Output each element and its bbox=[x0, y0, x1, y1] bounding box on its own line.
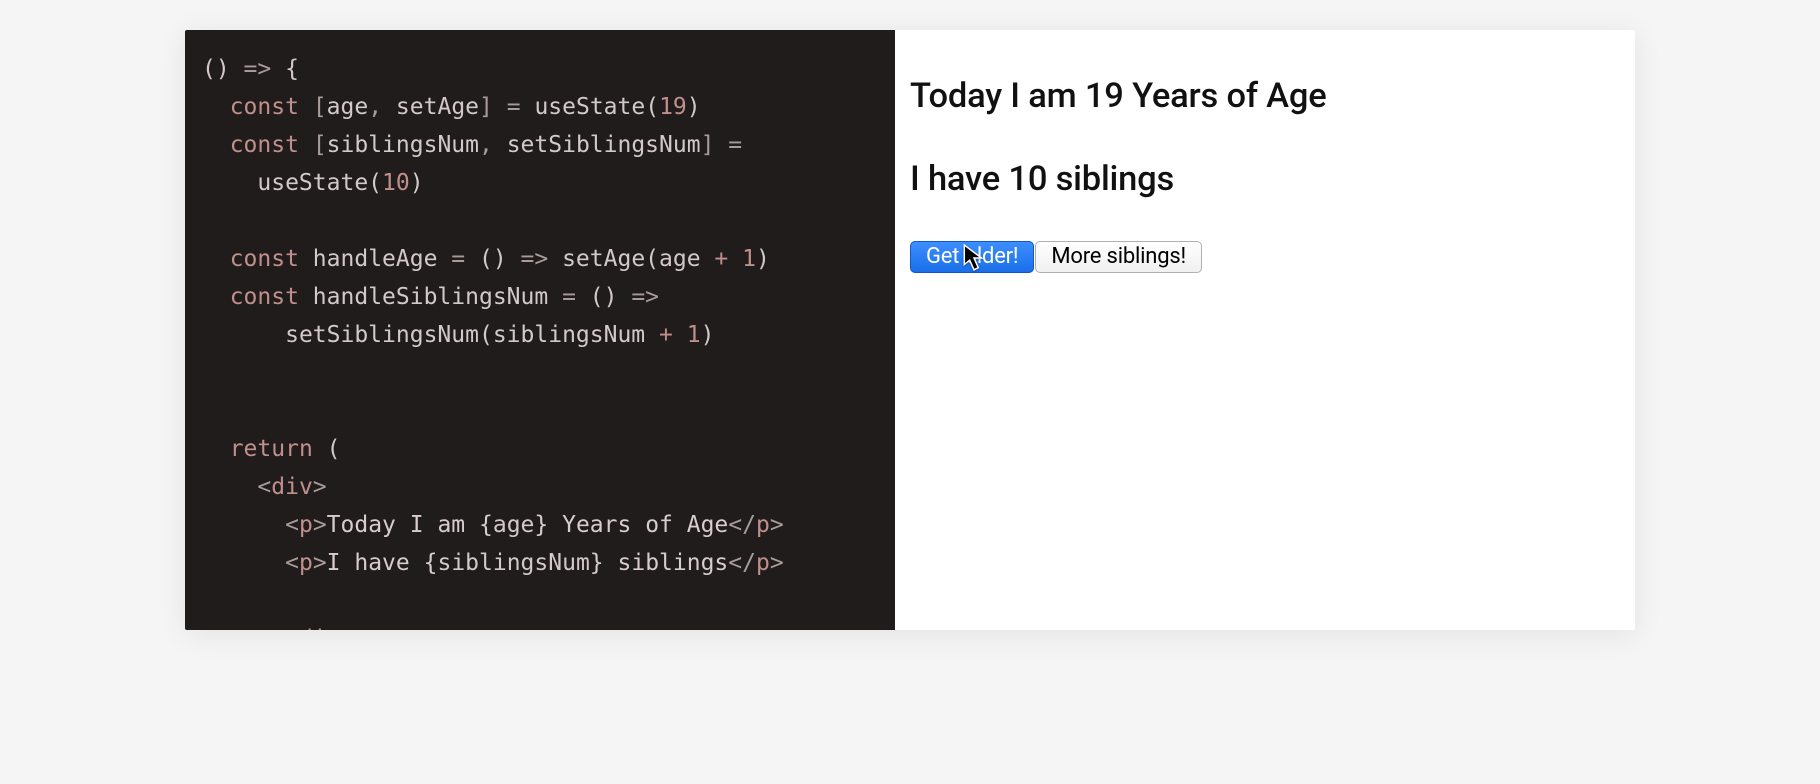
preview-pane: Today I am 19 Years of Age I have 10 sib… bbox=[895, 30, 1635, 630]
age-text: Today I am 19 Years of Age bbox=[910, 76, 1620, 117]
more-siblings-button[interactable]: More siblings! bbox=[1035, 241, 1202, 273]
button-row: Get older! More siblings! bbox=[910, 241, 1620, 273]
get-older-button[interactable]: Get older! bbox=[910, 241, 1034, 273]
playground-container: () => { const [age, setAge] = useState(1… bbox=[185, 30, 1635, 630]
code-editor-pane[interactable]: () => { const [age, setAge] = useState(1… bbox=[185, 30, 895, 630]
siblings-text: I have 10 siblings bbox=[910, 159, 1620, 200]
